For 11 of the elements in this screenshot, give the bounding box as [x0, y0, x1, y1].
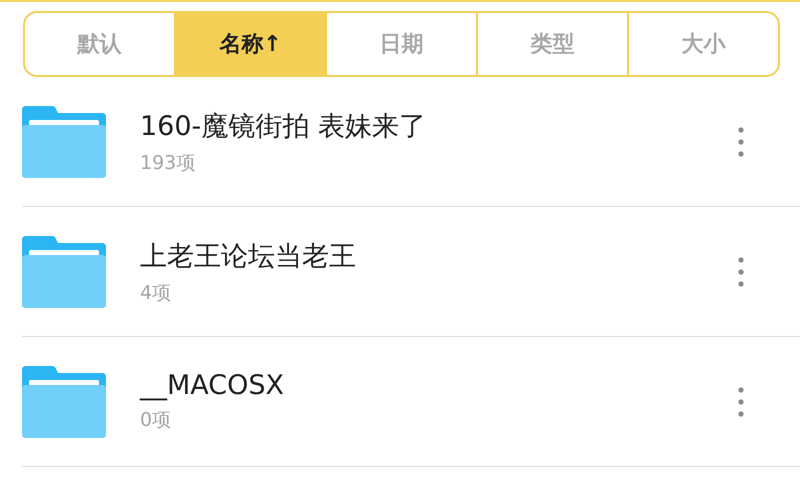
item-count: 193项	[140, 150, 196, 176]
item-count: 0项	[140, 408, 172, 433]
folder-icon	[22, 366, 106, 438]
item-count: 4项	[140, 280, 172, 306]
folder-name: __MACOSX	[140, 370, 286, 401]
folder-icon	[22, 236, 106, 308]
folder-name: 上老王论坛当老王	[140, 240, 357, 274]
folder-icon	[22, 106, 106, 178]
sort-tab[interactable]: 名称↑	[174, 13, 325, 75]
folder-name: 160-魔镜街拍 表妹来了	[140, 110, 427, 144]
sort-tab[interactable]: 大小	[627, 13, 778, 75]
